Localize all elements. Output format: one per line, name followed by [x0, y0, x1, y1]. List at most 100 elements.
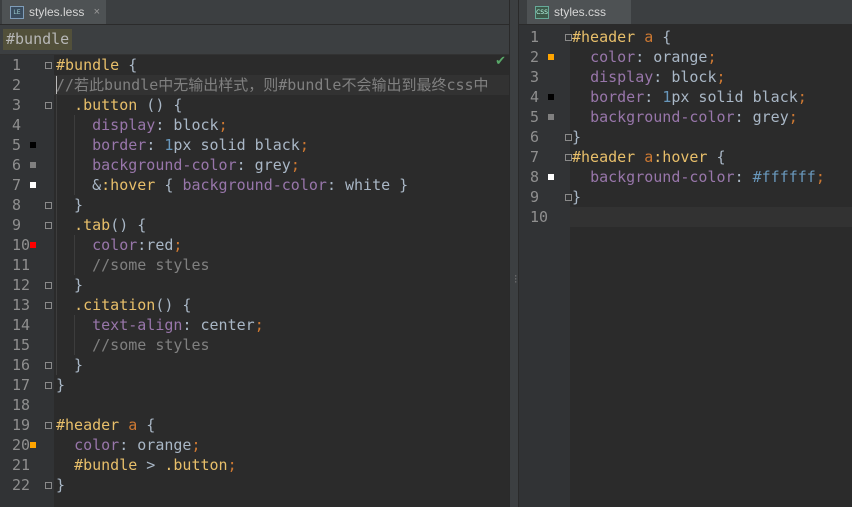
code-token: :: [644, 88, 663, 106]
code-token: //若此bundle中无输出样式，则#bundle不会输出到最终css中: [56, 76, 489, 94]
color-preview-icon[interactable]: [30, 442, 36, 448]
code-token: () {: [110, 216, 147, 234]
pane-splitter[interactable]: · · ·: [509, 0, 519, 507]
code-token: //some styles: [56, 256, 210, 274]
code-token: ;: [797, 88, 807, 106]
code-line: .citation() {: [56, 295, 191, 315]
code-token: .citation: [74, 296, 156, 314]
code-token: {: [707, 148, 726, 166]
code-token: :hover: [101, 176, 156, 194]
code-line: background-color: grey;: [56, 155, 300, 175]
color-preview-icon[interactable]: [30, 242, 36, 248]
code-line: display: block;: [572, 67, 725, 87]
code-token: color: [92, 236, 138, 254]
color-preview-icon[interactable]: [548, 94, 554, 100]
code-token: ;: [218, 116, 228, 134]
code-token: background-color: [182, 176, 327, 194]
code-token: background-color: [590, 168, 735, 186]
breadcrumb-item[interactable]: #bundle: [3, 29, 73, 50]
code-token: #header: [572, 148, 636, 166]
line-number: 1: [12, 56, 22, 74]
code-token: 1: [662, 88, 672, 106]
code-token: }: [572, 128, 582, 146]
code-token: #bundle: [56, 56, 120, 74]
code-line: text-align: center;: [56, 315, 264, 335]
code-token: ;: [227, 456, 237, 474]
fold-toggle-icon[interactable]: [45, 62, 52, 69]
fold-toggle-icon[interactable]: [45, 362, 52, 369]
code-line: }: [56, 275, 83, 295]
close-icon[interactable]: ×: [94, 6, 100, 18]
code-token: ;: [191, 436, 201, 454]
right-gutter: 1 2 3 4 5 6 7 8 9 10: [519, 25, 572, 507]
left-editor-pane: LE styles.less × #bundle ✔ 1 2 3 4 5 6 7 8 9 10 11…: [0, 0, 509, 507]
tab-styles-css[interactable]: CSS styles.css: [527, 0, 631, 24]
color-preview-icon[interactable]: [30, 162, 36, 168]
code-line: }: [56, 375, 65, 395]
code-token: {: [653, 28, 672, 46]
code-token: }: [56, 276, 84, 294]
color-preview-icon[interactable]: [548, 174, 554, 180]
code-token: #ffffff: [752, 168, 816, 186]
line-number: 14: [12, 316, 31, 334]
text-caret: [56, 76, 57, 94]
left-code-editor[interactable]: #bundle {//若此bundle中无输出样式，则#bundle不会输出到最…: [54, 55, 509, 507]
tab-styles-less[interactable]: LE styles.less ×: [2, 0, 106, 24]
code-token: px solid black: [671, 88, 798, 106]
fold-toggle-icon[interactable]: [45, 422, 52, 429]
code-token: a: [644, 148, 654, 166]
code-token: :hover: [653, 148, 708, 166]
css-file-icon: CSS: [535, 5, 549, 19]
code-line: .tab() {: [56, 215, 146, 235]
code-token: }: [56, 196, 84, 214]
code-token: //some styles: [56, 336, 210, 354]
fold-toggle-icon[interactable]: [45, 302, 52, 309]
color-preview-icon[interactable]: [548, 114, 554, 120]
code-token: #bundle: [74, 456, 138, 474]
code-token: .tab: [74, 216, 111, 234]
line-number: 1: [530, 28, 540, 46]
fold-toggle-icon[interactable]: [45, 282, 52, 289]
code-token: &: [56, 176, 102, 194]
line-number: 9: [530, 188, 540, 206]
code-token: .button: [164, 456, 228, 474]
line-number: 19: [12, 416, 31, 434]
code-token: :: [734, 168, 753, 186]
code-token: ;: [299, 136, 309, 154]
line-number: 5: [12, 136, 22, 154]
fold-toggle-icon[interactable]: [45, 382, 52, 389]
code-line: color: orange;: [56, 435, 201, 455]
less-file-icon: LE: [10, 5, 24, 19]
color-preview-icon[interactable]: [548, 54, 554, 60]
fold-toggle-icon[interactable]: [45, 482, 52, 489]
code-token: : orange: [635, 48, 708, 66]
fold-toggle-icon[interactable]: [45, 102, 52, 109]
code-token: border: [92, 136, 147, 154]
color-preview-icon[interactable]: [30, 182, 36, 188]
fold-toggle-icon[interactable]: [45, 202, 52, 209]
right-code-editor[interactable]: #header a { color: orange; display: bloc…: [570, 25, 852, 507]
color-preview-icon[interactable]: [30, 142, 36, 148]
line-number: 10: [530, 208, 549, 226]
left-gutter: 1 2 3 4 5 6 7 8 9 10 11 12 13 14 15 16 17 18 19 20 21 22: [0, 55, 54, 507]
right-editor-pane: CSS styles.css 1 2 3 4 5 6 7 8 9 10 #header a { c…: [519, 0, 852, 507]
line-number: 17: [12, 376, 31, 394]
code-token: : grey: [236, 156, 291, 174]
code-token: }: [56, 376, 66, 394]
code-token: a: [644, 28, 654, 46]
code-token: ;: [173, 236, 183, 254]
code-token: color: [590, 48, 636, 66]
line-number: 3: [12, 96, 22, 114]
fold-toggle-icon[interactable]: [45, 222, 52, 229]
code-line: .button () {: [56, 95, 182, 115]
code-line: }: [56, 195, 83, 215]
